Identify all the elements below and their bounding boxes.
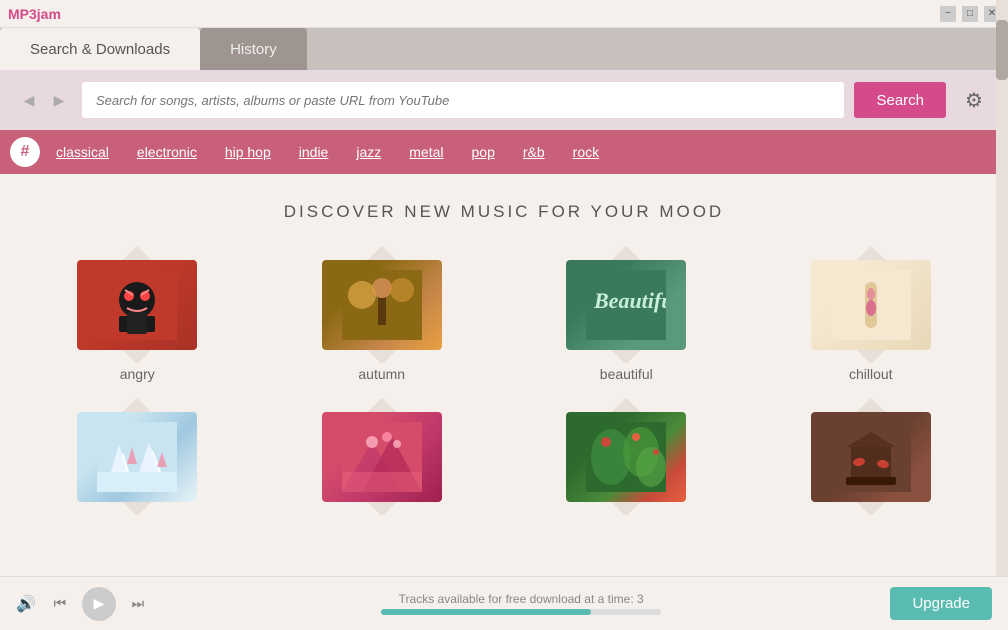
forward-button[interactable]: ▶ — [46, 87, 72, 113]
genre-jazz[interactable]: jazz — [356, 144, 381, 160]
mood-autumn-label: autumn — [358, 366, 405, 382]
tab-history[interactable]: History — [200, 28, 307, 70]
mood-nature-image — [322, 412, 442, 502]
mood-angry-image-container — [67, 250, 207, 360]
scrollbar-thumb[interactable] — [996, 20, 1008, 80]
mood-chillout[interactable]: chillout — [801, 250, 941, 382]
volume-icon[interactable]: 🔊 — [16, 594, 36, 614]
back-button[interactable]: ◀ — [16, 87, 42, 113]
genre-metal[interactable]: metal — [409, 144, 443, 160]
mood-chillout-image — [811, 260, 931, 350]
maximize-button[interactable]: □ — [962, 6, 978, 22]
mood-green-image — [566, 412, 686, 502]
mood-winter[interactable] — [67, 402, 207, 518]
mood-angry[interactable]: angry — [67, 250, 207, 382]
settings-button[interactable]: ⚙ — [956, 82, 992, 118]
title-bar: MP3jam − □ ✕ — [0, 0, 1008, 28]
player-controls: ⏮ ▶ ⏭ — [46, 587, 152, 621]
mood-autumn-image-container — [312, 250, 452, 360]
play-button[interactable]: ▶ — [82, 587, 116, 621]
mood-beautiful-image: Beautiful — [566, 260, 686, 350]
mood-green-image-container — [556, 402, 696, 512]
prev-button[interactable]: ⏮ — [46, 590, 74, 618]
mood-winter-image — [77, 412, 197, 502]
mood-autumn[interactable]: autumn — [312, 250, 452, 382]
progress-bar-fill — [381, 609, 591, 615]
mood-chillout-label: chillout — [849, 366, 893, 382]
discover-title: DISCOVER NEW MUSIC FOR YOUR MOOD — [20, 202, 988, 222]
track-status: Tracks available for free download at a … — [162, 592, 881, 606]
minimize-button[interactable]: − — [940, 6, 956, 22]
upgrade-button[interactable]: Upgrade — [890, 587, 992, 620]
mood-nature[interactable] — [312, 402, 452, 518]
mood-winter-image-container — [67, 402, 207, 512]
mood-beautiful-image-container: Beautiful — [556, 250, 696, 360]
genre-nav: # classical electronic hip hop indie jaz… — [0, 130, 1008, 174]
mood-nature-image-container — [312, 402, 452, 512]
tab-search[interactable]: Search & Downloads — [0, 28, 200, 70]
genre-electronic[interactable]: electronic — [137, 144, 197, 160]
svg-text:Beautiful: Beautiful — [593, 288, 666, 313]
genre-classical[interactable]: classical — [56, 144, 109, 160]
next-button[interactable]: ⏭ — [124, 590, 152, 618]
mood-autumn-image — [322, 260, 442, 350]
nav-buttons: ◀ ▶ — [16, 87, 72, 113]
window-controls: − □ ✕ — [940, 6, 1000, 22]
genre-hash-button[interactable]: # — [10, 137, 40, 167]
genre-indie[interactable]: indie — [299, 144, 329, 160]
mood-angry-image — [77, 260, 197, 350]
search-button[interactable]: Search — [854, 82, 946, 118]
scrollbar[interactable] — [996, 0, 1008, 576]
mood-angry-label: angry — [120, 366, 155, 382]
search-input[interactable] — [82, 82, 844, 118]
genre-hip-hop[interactable]: hip hop — [225, 144, 271, 160]
mood-beautiful-label: beautiful — [600, 366, 653, 382]
genre-list: classical electronic hip hop indie jazz … — [56, 144, 599, 160]
app-logo: MP3jam — [8, 6, 940, 22]
bottom-bar: 🔊 ⏮ ▶ ⏭ Tracks available for free downlo… — [0, 576, 1008, 630]
progress-bar — [381, 609, 661, 615]
genre-rb[interactable]: r&b — [523, 144, 545, 160]
search-area: ◀ ▶ Search ⚙ — [0, 70, 1008, 130]
main-content: DISCOVER NEW MUSIC FOR YOUR MOOD — [0, 174, 1008, 576]
mood-relax-image — [811, 412, 931, 502]
mood-grid: angry autumn — [20, 250, 988, 538]
tab-bar: Search & Downloads History — [0, 28, 1008, 70]
mood-relax-image-container — [801, 402, 941, 512]
genre-rock[interactable]: rock — [573, 144, 599, 160]
mood-green[interactable] — [556, 402, 696, 518]
genre-pop[interactable]: pop — [472, 144, 495, 160]
mood-beautiful[interactable]: Beautiful beautiful — [556, 250, 696, 382]
mood-chillout-image-container — [801, 250, 941, 360]
track-info: Tracks available for free download at a … — [162, 592, 881, 615]
mood-relax[interactable] — [801, 402, 941, 518]
